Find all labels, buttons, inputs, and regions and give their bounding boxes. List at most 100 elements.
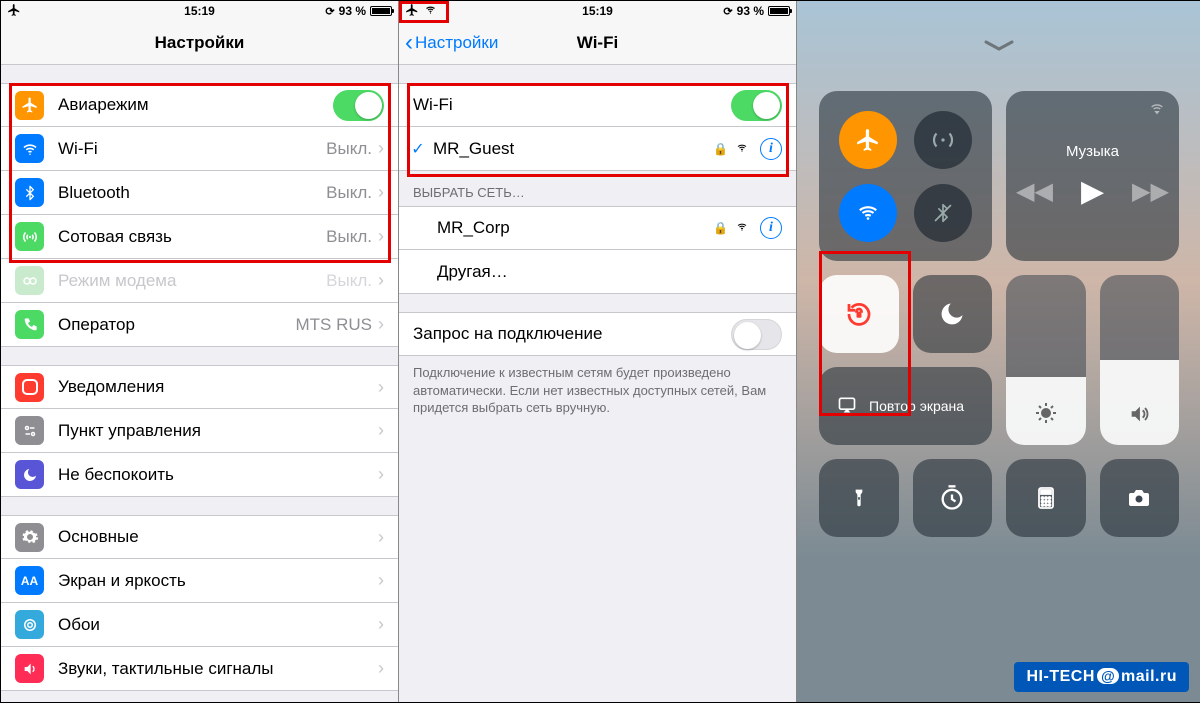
cc-bluetooth-button[interactable] xyxy=(914,184,972,242)
info-button[interactable]: i xyxy=(760,217,782,239)
lock-icon: 🔒 xyxy=(713,221,728,235)
gear-icon xyxy=(15,523,44,552)
airplay-icon xyxy=(1147,101,1167,122)
cc-flashlight-button[interactable] xyxy=(819,459,899,537)
chevron-right-icon: › xyxy=(378,138,384,159)
wifi-signal-icon xyxy=(734,220,750,236)
network-name: Другая… xyxy=(437,262,782,282)
chevron-right-icon: › xyxy=(378,314,384,335)
cc-wifi-button[interactable] xyxy=(839,184,897,242)
watermark-brand: HI-TECH xyxy=(1026,668,1094,685)
row-dnd[interactable]: Не беспокоить › xyxy=(1,453,398,497)
back-label: Настройки xyxy=(415,33,498,53)
screenshot-control-center: Музыка ◀◀ ▶ ▶▶ Повтор экрана xyxy=(797,1,1200,702)
volume-icon xyxy=(1126,403,1152,431)
row-control-center[interactable]: Пункт управления › xyxy=(1,409,398,453)
checkmark-icon: ✓ xyxy=(409,139,427,159)
row-label: Wi-Fi xyxy=(413,95,731,115)
row-hotspot[interactable]: Режим модема Выкл. › xyxy=(1,259,398,303)
next-track-icon[interactable]: ▶▶ xyxy=(1132,177,1169,206)
cc-dnd-button[interactable] xyxy=(913,275,993,353)
row-cellular[interactable]: Сотовая связь Выкл. › xyxy=(1,215,398,259)
row-label: Авиарежим xyxy=(58,95,333,115)
cc-camera-button[interactable] xyxy=(1100,459,1180,537)
prev-track-icon[interactable]: ◀◀ xyxy=(1016,177,1053,206)
battery-icon xyxy=(768,6,790,16)
row-value: Выкл. xyxy=(326,183,372,203)
wifi-icon xyxy=(15,134,44,163)
row-notifications[interactable]: Уведомления › xyxy=(1,365,398,409)
row-value: Выкл. xyxy=(326,227,372,247)
row-other-network[interactable]: Другая… xyxy=(399,250,796,294)
chevron-right-icon: › xyxy=(378,270,384,291)
airplane-icon xyxy=(405,3,419,20)
battery-pct: 93 % xyxy=(737,4,764,18)
cc-rotation-lock-button[interactable] xyxy=(819,275,899,353)
mirroring-label: Повтор экрана xyxy=(869,398,964,414)
wallpaper-icon xyxy=(15,610,44,639)
moon-icon xyxy=(15,460,44,489)
row-wallpaper[interactable]: Обои › xyxy=(1,603,398,647)
chevron-right-icon: › xyxy=(378,420,384,441)
airplane-toggle[interactable] xyxy=(333,90,384,121)
network-name: MR_Corp xyxy=(437,218,707,238)
hotspot-icon xyxy=(15,266,44,295)
back-button[interactable]: ‹ Настройки xyxy=(405,33,498,53)
row-connected-network[interactable]: ✓ MR_Guest 🔒 i xyxy=(399,127,796,171)
row-label: Уведомления xyxy=(58,377,372,397)
mirroring-icon xyxy=(835,395,859,418)
row-label: Пункт управления xyxy=(58,421,372,441)
row-label: Bluetooth xyxy=(58,183,320,203)
info-button[interactable]: i xyxy=(760,138,782,160)
nav-bar: Настройки xyxy=(1,21,398,65)
brightness-icon xyxy=(1034,401,1058,431)
chevron-right-icon: › xyxy=(378,226,384,247)
row-display[interactable]: AA Экран и яркость › xyxy=(1,559,398,603)
row-carrier[interactable]: Оператор MTS RUS › xyxy=(1,303,398,347)
sound-icon xyxy=(15,654,44,683)
ask-toggle[interactable] xyxy=(731,319,782,350)
cc-airplane-button[interactable] xyxy=(839,111,897,169)
wifi-toggle[interactable] xyxy=(731,90,782,121)
section-header-choose: ВЫБРАТЬ СЕТЬ… xyxy=(399,171,796,206)
screenshot-settings: 15:19 ⟳ 93 % Настройки Авиарежим Wi-Fi В… xyxy=(1,1,399,702)
row-label: Обои xyxy=(58,615,372,635)
row-bluetooth[interactable]: Bluetooth Выкл. › xyxy=(1,171,398,215)
grabber-icon[interactable] xyxy=(797,1,1200,91)
watermark-domain: mail xyxy=(1121,668,1155,685)
battery-pct: 93 % xyxy=(339,4,366,18)
row-network[interactable]: MR_Corp 🔒 i xyxy=(399,206,796,250)
notifications-icon xyxy=(15,373,44,402)
page-title: Настройки xyxy=(155,33,245,53)
nav-bar: ‹ Настройки Wi-Fi xyxy=(399,21,796,65)
row-sounds[interactable]: Звуки, тактильные сигналы › xyxy=(1,647,398,691)
music-title: Музыка xyxy=(1066,143,1119,160)
music-tile[interactable]: Музыка ◀◀ ▶ ▶▶ xyxy=(1006,91,1179,261)
page-title: Wi-Fi xyxy=(577,33,618,53)
row-value: MTS RUS xyxy=(296,315,373,335)
cc-timer-button[interactable] xyxy=(913,459,993,537)
cc-calculator-button[interactable] xyxy=(1006,459,1086,537)
row-general[interactable]: Основные › xyxy=(1,515,398,559)
volume-slider[interactable] xyxy=(1100,275,1180,445)
row-label: Экран и яркость xyxy=(58,571,372,591)
brightness-slider[interactable] xyxy=(1006,275,1086,445)
screen-mirroring-button[interactable]: Повтор экрана xyxy=(819,367,992,445)
chevron-right-icon: › xyxy=(378,614,384,635)
row-label: Не беспокоить xyxy=(58,465,372,485)
row-wifi-toggle[interactable]: Wi-Fi xyxy=(399,83,796,127)
row-ask-to-join[interactable]: Запрос на подключение xyxy=(399,312,796,356)
row-label: Wi-Fi xyxy=(58,139,320,159)
chevron-right-icon: › xyxy=(378,182,384,203)
status-bar: 15:19 ⟳ 93 % xyxy=(399,1,796,21)
display-icon: AA xyxy=(15,566,44,595)
rotation-lock-icon: ⟳ xyxy=(325,5,334,18)
row-wifi[interactable]: Wi-Fi Выкл. › xyxy=(1,127,398,171)
row-value: Выкл. xyxy=(326,271,372,291)
chevron-right-icon: › xyxy=(378,570,384,591)
cc-cellular-button[interactable] xyxy=(914,111,972,169)
wifi-signal-icon xyxy=(734,141,750,157)
section-footer: Подключение к известным сетям будет прои… xyxy=(399,356,796,425)
play-icon[interactable]: ▶ xyxy=(1081,174,1104,209)
row-airplane-mode[interactable]: Авиарежим xyxy=(1,83,398,127)
